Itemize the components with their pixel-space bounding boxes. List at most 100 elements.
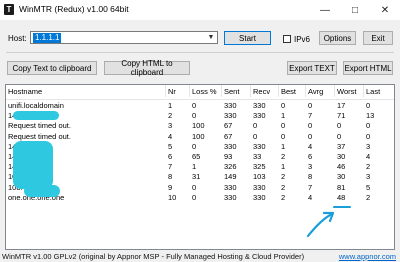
table-cell: 2 xyxy=(168,111,173,121)
table-cell: 0 xyxy=(366,101,371,110)
table-row[interactable]: 108.9033033027815 xyxy=(6,183,394,193)
export-text-button[interactable]: Export TEXT xyxy=(287,61,337,75)
table-cell: 9 xyxy=(168,182,173,192)
table-cell: 6 xyxy=(168,152,173,161)
title-bar: T WinMTR (Redux) v1.00 64bit — □ ✕ xyxy=(0,0,400,20)
table-cell: 100 xyxy=(192,121,205,131)
table-cell: 3 xyxy=(366,141,371,151)
table-cell: 67 xyxy=(224,121,233,131)
app-icon: T xyxy=(4,4,14,15)
column-header-nr[interactable]: Nr xyxy=(166,85,190,97)
table-cell: 2 xyxy=(281,152,286,161)
table-cell: 4 xyxy=(308,141,313,151)
column-header-hostname[interactable]: Hostname xyxy=(6,85,166,97)
table-cell: 5 xyxy=(168,141,173,151)
table-cell: 4 xyxy=(168,131,173,141)
options-button[interactable]: Options xyxy=(319,31,356,45)
copy-html-button[interactable]: Copy HTML to clipboard xyxy=(104,59,190,77)
table-cell: 8 xyxy=(168,172,173,182)
ipv6-checkbox[interactable] xyxy=(283,35,291,43)
table-cell: 6 xyxy=(308,152,313,161)
table-cell: 325 xyxy=(253,162,266,172)
table-cell: 3 xyxy=(168,121,173,131)
appnor-link[interactable]: www.appnor.com xyxy=(339,251,396,262)
table-cell: 0 xyxy=(281,101,286,110)
table-cell: 0 xyxy=(192,101,197,110)
status-text: WinMTR v1.00 GPLv2 (original by Appnor M… xyxy=(2,252,305,261)
table-row[interactable]: Request timed out. 4 100 67 0 0 0 0 0 xyxy=(6,132,394,142)
status-bar: WinMTR v1.00 GPLv2 (original by Appnor M… xyxy=(0,251,400,262)
table-cell: 330 xyxy=(224,182,237,192)
window-title: WinMTR (Redux) v1.00 64bit xyxy=(19,4,129,14)
table-cell: 8 xyxy=(308,172,313,182)
host-value: 1.1.1.1 xyxy=(33,33,62,43)
redaction-mark xyxy=(24,185,60,197)
table-cell: 93 xyxy=(224,152,233,161)
table-cell: 30 xyxy=(337,152,346,161)
table-cell: 4 xyxy=(366,152,371,161)
table-cell: unifi.localdomain xyxy=(8,101,64,110)
table-cell: 5 xyxy=(366,182,371,192)
table-cell: 0 xyxy=(192,141,197,151)
table-cell: 0 xyxy=(253,121,258,131)
table-cell: 31 xyxy=(192,172,201,182)
table-cell: 0 xyxy=(192,111,197,121)
table-cell: 149 xyxy=(224,172,237,182)
start-button[interactable]: Start xyxy=(224,31,271,45)
table-cell: 1 xyxy=(281,162,286,172)
table-cell: 3 xyxy=(366,172,371,182)
table-cell: 0 xyxy=(337,131,342,141)
chevron-down-icon[interactable]: ▼ xyxy=(206,33,216,43)
redaction-mark xyxy=(13,141,53,189)
export-html-button[interactable]: Export HTML xyxy=(343,61,393,75)
table-cell: 1 xyxy=(281,141,286,151)
column-header-sent[interactable]: Sent xyxy=(222,85,251,97)
table-cell: 71 xyxy=(337,111,346,121)
table-cell: 330 xyxy=(224,101,237,110)
exit-button[interactable]: Exit xyxy=(363,31,393,45)
table-cell: 0 xyxy=(192,192,197,202)
table-header: Hostname Nr Loss % Sent Recv Best Avrg W… xyxy=(6,85,394,100)
table-cell: 7 xyxy=(308,111,313,121)
table-row[interactable]: 1420330330177113 xyxy=(6,111,394,121)
table-cell: 330 xyxy=(253,192,266,202)
ipv6-label: IPv6 xyxy=(294,35,311,44)
minimize-icon[interactable]: — xyxy=(310,0,340,20)
table-cell: 30 xyxy=(337,172,346,182)
table-cell: 0 xyxy=(308,121,313,131)
table-cell: 1 xyxy=(168,101,173,110)
close-icon[interactable]: ✕ xyxy=(370,0,400,20)
maximize-icon[interactable]: □ xyxy=(340,0,370,20)
column-header-last[interactable]: Last xyxy=(364,85,394,97)
table-cell: 103 xyxy=(253,172,266,182)
copy-text-button[interactable]: Copy Text to clipboard xyxy=(7,61,97,75)
table-cell: 0 xyxy=(253,131,258,141)
column-header-loss[interactable]: Loss % xyxy=(190,85,222,97)
table-row[interactable]: 14 5 0 330 330 1 4 37 3 xyxy=(6,142,394,152)
table-cell: 67 xyxy=(224,131,233,141)
table-row[interactable]: 142.665933326304 xyxy=(6,152,394,162)
table-cell: 0 xyxy=(281,131,286,141)
redaction-mark xyxy=(13,111,59,120)
table-cell: 330 xyxy=(224,111,237,121)
table-cell: 330 xyxy=(224,192,237,202)
column-header-recv[interactable]: Recv xyxy=(251,85,279,97)
table-cell: 0 xyxy=(308,101,313,110)
column-header-avrg[interactable]: Avrg xyxy=(306,85,335,97)
host-label: Host: xyxy=(8,34,27,43)
table-row[interactable]: Request timed out. 3 100 67 0 0 0 0 0 xyxy=(6,121,394,131)
table-row[interactable]: 142.7132632513462 xyxy=(6,162,394,172)
table-row[interactable]: 108.83114910328303 xyxy=(6,172,394,182)
column-header-best[interactable]: Best xyxy=(279,85,306,97)
table-cell: 2 xyxy=(281,182,286,192)
table-cell: 17 xyxy=(337,101,346,110)
table-row[interactable]: unifi.localdomain 1 0 330 330 0 0 17 0 xyxy=(6,101,394,111)
table-cell: 0 xyxy=(366,121,371,131)
table-cell: 0 xyxy=(192,182,197,192)
table-cell: 37 xyxy=(337,141,346,151)
table-cell: 0 xyxy=(337,121,342,131)
table-cell: 13 xyxy=(366,111,375,121)
host-input[interactable]: 1.1.1.1 ▼ xyxy=(30,31,218,44)
table-cell: Request timed out. xyxy=(8,121,71,131)
column-header-worst[interactable]: Worst xyxy=(335,85,364,97)
